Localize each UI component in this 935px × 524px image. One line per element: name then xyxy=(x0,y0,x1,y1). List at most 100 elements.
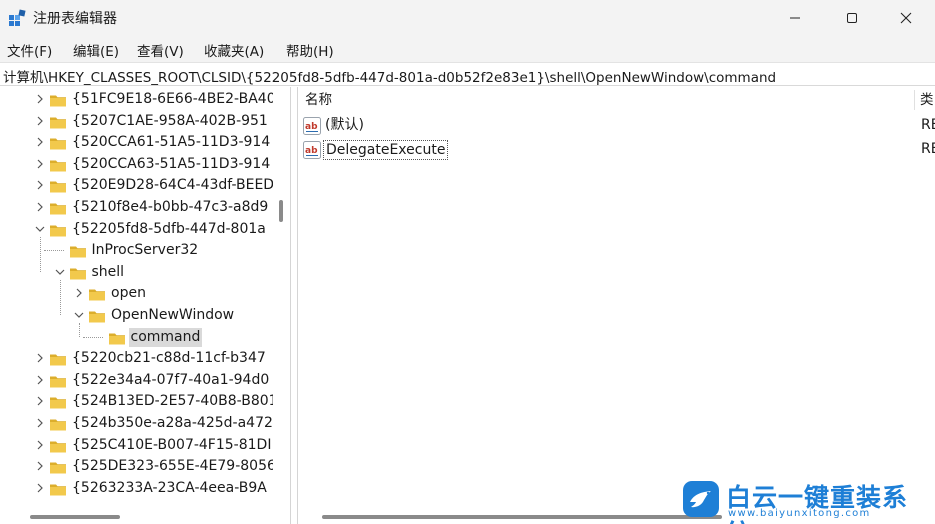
folder-icon xyxy=(89,311,105,323)
chevron-right-icon[interactable] xyxy=(34,439,46,451)
tree-node-label[interactable]: {5220cb21-c88d-11cf-b347 xyxy=(70,349,268,368)
chevron-down-icon[interactable] xyxy=(34,223,46,235)
column-header-type[interactable]: 类 xyxy=(920,87,934,113)
chevron-right-icon[interactable] xyxy=(34,93,46,105)
tree-node-label[interactable]: {520E9D28-64C4-43df-BEED xyxy=(70,176,276,195)
chevron-right-icon[interactable] xyxy=(34,460,46,472)
chevron-right-icon[interactable] xyxy=(34,374,46,386)
tree-node[interactable]: open xyxy=(0,283,272,305)
menu-help[interactable]: 帮助(H) xyxy=(286,40,334,60)
tree-node[interactable]: {524b350e-a28a-425d-a472 xyxy=(0,413,275,435)
chevron-down-icon[interactable] xyxy=(54,266,66,278)
chevron-right-icon[interactable] xyxy=(34,417,46,429)
tree-node-label[interactable]: OpenNewWindow xyxy=(109,306,236,325)
menu-view[interactable]: 查看(V) xyxy=(137,40,184,60)
chevron-right-icon[interactable] xyxy=(34,201,46,213)
tree-node-label[interactable]: {5263233A-23CA-4eea-B9A xyxy=(70,479,269,498)
tree-node[interactable]: {520CCA63-51A5-11D3-914 xyxy=(0,154,272,176)
minimize-button[interactable] xyxy=(766,0,824,36)
chevron-right-icon[interactable] xyxy=(73,287,85,299)
menu-favorites[interactable]: 收藏夹(A) xyxy=(204,40,264,60)
tree-node-label[interactable]: {520CCA63-51A5-11D3-914 xyxy=(70,155,272,174)
bird-logo-icon xyxy=(683,481,719,517)
tree-node-label[interactable]: {524b350e-a28a-425d-a472 xyxy=(70,414,275,433)
tree-node[interactable]: {522e34a4-07f7-40a1-94d0 xyxy=(0,370,272,392)
key-tree-pane[interactable]: {51FC9E18-6E66-4BE2-BA40 {5207C1AE-958A-4… xyxy=(0,87,291,524)
tree-node[interactable]: {525C410E-B007-4F15-81DI xyxy=(0,435,272,457)
string-value-icon: ab xyxy=(303,141,321,159)
tree-node-label[interactable]: shell xyxy=(90,263,127,282)
folder-icon xyxy=(50,138,66,150)
tree-node[interactable]: {5210f8e4-b0bb-47c3-a8d9 xyxy=(0,197,272,219)
folder-icon xyxy=(50,441,66,453)
address-bar[interactable]: 计算机\HKEY_CLASSES_ROOT\CLSID\{52205fd8-5d… xyxy=(0,62,935,86)
tree-node-label[interactable]: {52205fd8-5dfb-447d-801a xyxy=(70,220,268,239)
tree-node[interactable]: {5263233A-23CA-4eea-B9A xyxy=(0,478,272,500)
chevron-right-icon[interactable] xyxy=(34,136,46,148)
close-button[interactable] xyxy=(877,0,935,36)
tree-node-label[interactable]: open xyxy=(109,284,148,303)
folder-icon xyxy=(50,397,66,409)
tree-node-label[interactable]: {525C410E-B007-4F15-81DI xyxy=(70,436,273,455)
tree-node[interactable]: {520CCA61-51A5-11D3-914 xyxy=(0,132,272,154)
tree-horizontal-scrollbar[interactable] xyxy=(0,507,290,524)
menu-edit[interactable]: 编辑(E) xyxy=(73,40,119,60)
watermark: 白云一键重装系统 www.baiyunxitong.com xyxy=(680,478,930,524)
folder-icon xyxy=(69,246,86,258)
tree-node[interactable]: {520E9D28-64C4-43df-BEED xyxy=(0,175,274,197)
tree-connector xyxy=(40,236,41,272)
chevron-right-icon[interactable] xyxy=(34,352,46,364)
folder-icon xyxy=(50,376,66,388)
chevron-right-icon[interactable] xyxy=(34,115,46,127)
chevron-right-icon[interactable] xyxy=(34,395,46,407)
folder-icon xyxy=(50,419,66,431)
tree-node-label[interactable]: {5210f8e4-b0bb-47c3-a8d9 xyxy=(70,198,270,217)
folder-icon xyxy=(50,95,66,107)
maximize-button[interactable] xyxy=(823,0,881,36)
chevron-right-icon[interactable] xyxy=(34,158,46,170)
tree-node[interactable]: command xyxy=(0,327,272,349)
tree-node[interactable]: {525DE323-655E-4E79-8056 xyxy=(0,456,276,478)
tree-vertical-scroll-thumb[interactable] xyxy=(279,200,283,222)
tree-node-label[interactable]: {520CCA61-51A5-11D3-914 xyxy=(70,133,272,152)
value-row-delegateexecute[interactable]: ab DelegateExecute RE xyxy=(302,138,935,162)
menu-file[interactable]: 文件(F) xyxy=(7,40,52,60)
chevron-down-icon[interactable] xyxy=(73,309,85,321)
folder-icon xyxy=(50,225,66,237)
window-title: 注册表编辑器 xyxy=(33,11,117,27)
menu-bar: 文件(F) 编辑(E) 查看(V) 收藏夹(A) 帮助(H) xyxy=(0,36,935,62)
tree-connector xyxy=(43,250,64,252)
tree-node-label[interactable]: {5207C1AE-958A-402B-951 xyxy=(70,112,270,131)
address-path[interactable]: 计算机\HKEY_CLASSES_ROOT\CLSID\{52205fd8-5d… xyxy=(3,66,776,86)
folder-icon xyxy=(50,203,66,215)
tree-vertical-scrollbar[interactable] xyxy=(273,87,290,507)
chevron-right-icon[interactable] xyxy=(34,179,46,191)
folder-icon xyxy=(89,289,105,301)
tree-node-label[interactable]: {522e34a4-07f7-40a1-94d0 xyxy=(70,371,271,390)
tree-node-label[interactable]: {525DE323-655E-4E79-8056 xyxy=(70,457,278,476)
column-header-name[interactable]: 名称 xyxy=(305,87,332,113)
tree-node-label[interactable]: command xyxy=(128,327,203,347)
tree-node[interactable]: {5207C1AE-958A-402B-951 xyxy=(0,111,272,133)
regedit-app-icon xyxy=(9,9,26,26)
watermark-url: www.baiyunxitong.com xyxy=(728,508,871,519)
values-horizontal-scroll-thumb[interactable] xyxy=(322,515,722,519)
tree-node-label[interactable]: {51FC9E18-6E66-4BE2-BA40 xyxy=(70,90,278,109)
tree-node-label[interactable]: InProcServer32 xyxy=(90,241,201,260)
tree-node[interactable]: {5220cb21-c88d-11cf-b347 xyxy=(0,348,272,370)
column-separator[interactable] xyxy=(914,90,915,110)
value-type: RE xyxy=(921,141,935,157)
values-pane[interactable]: 名称 类 ab (默认) RE ab DelegateExecute RE xyxy=(297,87,935,524)
tree-node[interactable]: {51FC9E18-6E66-4BE2-BA40 xyxy=(0,89,276,111)
folder-icon xyxy=(50,117,66,129)
folder-icon xyxy=(108,333,125,345)
tree-horizontal-scroll-thumb[interactable] xyxy=(30,515,120,519)
folder-icon xyxy=(50,462,66,474)
tree-node[interactable]: OpenNewWindow xyxy=(0,305,272,327)
tree-node[interactable]: {524B13ED-2E57-40B8-B801 xyxy=(0,391,278,413)
folder-icon xyxy=(50,160,66,172)
chevron-right-icon[interactable] xyxy=(34,482,46,494)
tree-connector xyxy=(79,323,80,337)
tree-node-label[interactable]: {524B13ED-2E57-40B8-B801 xyxy=(70,392,280,411)
value-row-default[interactable]: ab (默认) RE xyxy=(302,114,935,138)
